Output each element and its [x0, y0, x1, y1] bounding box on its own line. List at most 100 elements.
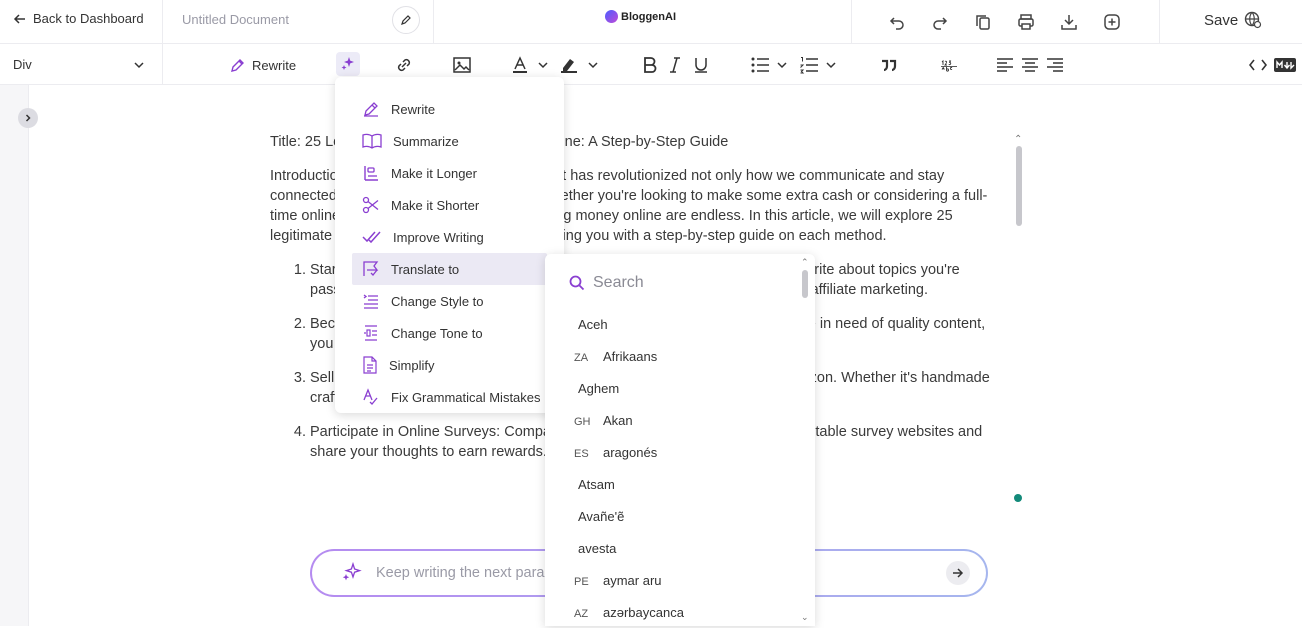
menu-item-label: Change Tone to	[391, 325, 483, 341]
divider	[162, 44, 163, 85]
document-icon	[363, 356, 377, 374]
ai-actions-menu: Rewrite Summarize Make it Longer Make it…	[335, 77, 564, 413]
image-icon	[453, 57, 471, 73]
redo-button[interactable]	[926, 8, 954, 36]
language-option[interactable]: Aghem	[545, 372, 800, 404]
copy-button[interactable]	[969, 8, 997, 36]
divider	[851, 0, 852, 44]
bullet-list-dropdown[interactable]	[776, 53, 788, 77]
insert-link-button[interactable]	[394, 53, 414, 77]
menu-item-label: Change Style to	[391, 293, 484, 309]
text-color-dropdown[interactable]	[537, 53, 549, 77]
language-name: avesta	[578, 540, 617, 556]
menu-item-label: Fix Grammatical Mistakes	[391, 389, 541, 405]
arrow-left-icon	[13, 13, 25, 24]
menu-item-change-tone[interactable]: Change Tone to	[352, 317, 547, 349]
edit-title-button[interactable]	[392, 6, 420, 34]
align-left-button[interactable]	[996, 53, 1014, 77]
align-right-button[interactable]	[1046, 53, 1064, 77]
divider	[433, 0, 434, 44]
highlight-dropdown[interactable]	[587, 53, 599, 77]
menu-item-label: Make it Shorter	[391, 197, 480, 213]
insert-image-button[interactable]	[452, 53, 472, 77]
menu-item-label: Make it Longer	[391, 165, 477, 181]
language-name: Avañe'ẽ	[578, 508, 625, 524]
language-search-input[interactable]	[593, 274, 793, 292]
logo-mark-icon	[605, 10, 618, 23]
language-option[interactable]: avesta	[545, 532, 800, 564]
history-actions	[883, 8, 1126, 36]
language-option[interactable]: ZA Afrikaans	[545, 340, 800, 372]
language-list: Aceh ZA Afrikaans Aghem GH Akan ES aragonés…	[545, 308, 800, 628]
menu-item-fix-grammar[interactable]: Fix Grammatical Mistakes	[352, 381, 547, 413]
print-button[interactable]	[1012, 8, 1040, 36]
undo-button[interactable]	[883, 8, 911, 36]
link-icon	[397, 58, 411, 72]
arrow-right-icon	[953, 568, 964, 578]
numbered-list-button[interactable]	[799, 53, 819, 77]
back-label: Back to Dashboard	[33, 11, 144, 26]
bullet-list-button[interactable]	[750, 53, 770, 77]
copy-icon	[976, 15, 990, 30]
menu-item-translate-to[interactable]: Translate to	[352, 253, 547, 285]
italic-button[interactable]	[668, 53, 682, 77]
language-option[interactable]: Atsam	[545, 468, 800, 500]
highlight-button[interactable]	[559, 53, 579, 77]
scroll-up-arrow[interactable]: ⌃	[801, 257, 809, 268]
menu-item-change-style[interactable]: Change Style to	[352, 285, 547, 317]
country-code: GH	[574, 416, 591, 428]
markdown-button[interactable]	[1274, 53, 1296, 77]
language-option[interactable]: PE aymar aru	[545, 564, 800, 596]
translate-icon	[363, 261, 379, 276]
document-title[interactable]: Untitled Document	[182, 12, 289, 27]
sparkle-icon	[341, 57, 354, 70]
text-color-button[interactable]	[510, 53, 530, 77]
language-option[interactable]: Avañe'ẽ	[545, 500, 800, 532]
back-to-dashboard-link[interactable]: Back to Dashboard	[13, 11, 144, 26]
scroll-down-arrow[interactable]: ⌄	[801, 612, 809, 623]
country-code: PE	[574, 576, 589, 588]
rewrite-button[interactable]: Rewrite	[230, 53, 296, 77]
send-button[interactable]	[946, 561, 970, 585]
underline-button[interactable]	[693, 53, 709, 77]
numbered-list-dropdown[interactable]	[825, 53, 837, 77]
menu-item-make-longer[interactable]: Make it Longer	[352, 157, 547, 189]
add-button[interactable]	[1098, 8, 1126, 36]
sidebar-toggle-button[interactable]	[18, 108, 38, 128]
code-view-button[interactable]	[1249, 53, 1267, 77]
country-code: AZ	[574, 608, 589, 620]
language-scrollbar[interactable]	[802, 270, 808, 298]
editor-scrollbar[interactable]	[1016, 146, 1022, 226]
divider	[162, 0, 163, 44]
menu-item-simplify[interactable]: Simplify	[352, 349, 547, 381]
number-format-button[interactable]	[939, 53, 959, 77]
bold-icon	[644, 57, 657, 73]
ai-tools-button[interactable]	[336, 52, 360, 76]
bold-button[interactable]	[642, 53, 658, 77]
markdown-icon	[1274, 58, 1296, 72]
bullet-list-icon	[751, 57, 769, 73]
language-option[interactable]: AZ azərbaycanca	[545, 596, 800, 628]
menu-item-improve-writing[interactable]: Improve Writing	[352, 221, 547, 253]
language-option[interactable]: GH Akan	[545, 404, 800, 436]
download-button[interactable]	[1055, 8, 1083, 36]
scroll-up-arrow[interactable]: ⌃	[1014, 134, 1022, 145]
language-name: aymar aru	[603, 572, 662, 588]
save-button[interactable]: Save	[1204, 11, 1262, 29]
language-name: azərbaycanca	[603, 604, 684, 620]
language-option[interactable]: ES aragonés	[545, 436, 800, 468]
country-code: ES	[574, 448, 589, 460]
language-name: Aghem	[578, 380, 620, 396]
menu-item-rewrite[interactable]: Rewrite	[352, 93, 547, 125]
align-lengthen-icon	[364, 166, 378, 181]
block-type-value: Div	[13, 57, 32, 72]
language-name: Afrikaans	[603, 348, 658, 364]
chevron-down-icon	[588, 62, 598, 69]
menu-item-make-shorter[interactable]: Make it Shorter	[352, 189, 547, 221]
blockquote-button[interactable]	[880, 53, 898, 77]
language-option[interactable]: Aceh	[545, 308, 800, 340]
block-type-select[interactable]: Div	[13, 57, 145, 72]
align-center-button[interactable]	[1021, 53, 1039, 77]
menu-item-summarize[interactable]: Summarize	[352, 125, 547, 157]
align-left-icon	[997, 58, 1013, 72]
